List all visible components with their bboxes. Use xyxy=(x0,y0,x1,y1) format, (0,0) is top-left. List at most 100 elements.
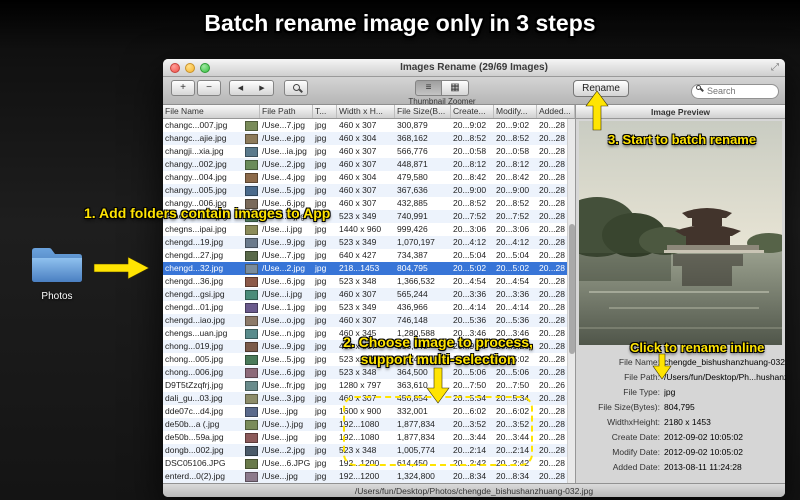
fullscreen-icon[interactable]: ⤢ xyxy=(771,62,779,74)
forward-button[interactable]: ▶ xyxy=(251,80,274,96)
table-row[interactable]: chengd...36.jpg /Use...6.jpg jpg 523 x 3… xyxy=(163,275,575,288)
column-header[interactable]: File Size(B... xyxy=(395,105,451,118)
search-input[interactable] xyxy=(691,83,779,99)
dimensions-cell: 460 x 304 xyxy=(339,172,377,182)
file-name-cell: chengd...01.jpg xyxy=(165,302,224,312)
file-type-cell: jpg xyxy=(315,419,327,429)
column-header[interactable]: Create... xyxy=(451,105,494,118)
minimize-button[interactable] xyxy=(185,63,195,73)
table-row[interactable]: enterd...0(2).jpg /Use...jpg jpg 192...1… xyxy=(163,470,575,483)
field-label: File Name: xyxy=(618,357,660,367)
field-value: 2012-09-02 10:05:02 xyxy=(664,447,743,457)
table-row[interactable]: chengd...iao.jpg /Use...o.jpg jpg 460 x … xyxy=(163,314,575,327)
table-row[interactable]: de50b...a (.jpg /Use...).jpg jpg 192...1… xyxy=(163,418,575,431)
back-icon: ◀ xyxy=(237,85,244,92)
zoom-button[interactable] xyxy=(200,63,210,73)
photos-folder[interactable]: Photos xyxy=(28,246,86,302)
search-field-wrap xyxy=(691,81,779,99)
folder-label: Photos xyxy=(41,291,73,302)
thumbnail-view-button[interactable]: ▦ xyxy=(442,80,469,96)
tutorial-headline: Batch rename image only in 3 steps xyxy=(204,10,596,36)
file-name-cell: chengd...gsi.jpg xyxy=(165,289,225,299)
table-row[interactable]: dali_gu...03.jpg /Use...3.jpg jpg 460 x … xyxy=(163,392,575,405)
create-date-cell: 20...3:44 xyxy=(453,432,487,442)
file-thumbnail xyxy=(243,236,260,249)
folder-icon xyxy=(32,248,82,282)
file-type-cell: jpg xyxy=(315,289,327,299)
modify-date-cell: 20...9:02 xyxy=(496,120,530,130)
remove-button[interactable]: − xyxy=(197,80,221,96)
table-row[interactable]: de50b...59a.jpg /Use...jpg jpg 192...108… xyxy=(163,431,575,444)
file-name-cell: chengs...uan.jpg xyxy=(165,328,228,338)
dimensions-cell: 460 x 304 xyxy=(339,133,377,143)
file-thumbnail xyxy=(243,132,260,145)
column-header[interactable]: File Name xyxy=(163,105,260,118)
dimensions-cell: 1600 x 900 xyxy=(339,406,382,416)
file-name-cell: changy...005.jpg xyxy=(165,185,227,195)
file-size-cell: 1,070,197 xyxy=(397,237,435,247)
file-thumbnail xyxy=(243,314,260,327)
create-date-cell: 20...2:42 xyxy=(453,458,487,468)
zoom-tool-button[interactable] xyxy=(284,80,308,96)
modify-date-cell: 20...4:12 xyxy=(496,237,530,247)
create-date-cell: 20...8:12 xyxy=(453,159,487,169)
file-thumbnail xyxy=(243,405,260,418)
table-row[interactable]: DSC05106.JPG /Use...6.JPG jpg 192...1200… xyxy=(163,457,575,470)
column-header[interactable]: Modify... xyxy=(494,105,537,118)
file-path-cell: /Use...4.jpg xyxy=(262,172,305,182)
table-scrollbar[interactable] xyxy=(567,119,575,483)
dimensions-cell: 460 x 307 xyxy=(339,393,377,403)
file-name-cell: dongb...002.jpg xyxy=(165,445,224,455)
table-row[interactable]: chegns...ipai.jpg /Use...i.jpg jpg 1440 … xyxy=(163,223,575,236)
column-header[interactable]: Added... xyxy=(537,105,575,118)
modify-date-cell: 20...0:58 xyxy=(496,146,530,156)
rename-button[interactable]: Rename xyxy=(573,80,629,97)
table-row[interactable]: chengd...19.jpg /Use...9.jpg jpg 523 x 3… xyxy=(163,236,575,249)
list-view-button[interactable]: ≡ xyxy=(415,80,442,96)
modify-date-cell: 20...3:36 xyxy=(496,289,530,299)
table-row[interactable]: changc...ajie.jpg /Use...e.jpg jpg 460 x… xyxy=(163,132,575,145)
table-row[interactable]: chengd...27.jpg /Use...7.jpg jpg 640 x 4… xyxy=(163,249,575,262)
table-row[interactable]: chengd...32.jpg /Use...2.jpg jpg 218...1… xyxy=(163,262,575,275)
table-row[interactable]: changy...005.jpg /Use...5.jpg jpg 460 x … xyxy=(163,184,575,197)
file-type-cell: jpg xyxy=(315,432,327,442)
file-name-cell: changc...ajie.jpg xyxy=(165,133,227,143)
back-button[interactable]: ◀ xyxy=(229,80,252,96)
close-button[interactable] xyxy=(170,63,180,73)
column-header[interactable]: Width x H... xyxy=(337,105,395,118)
file-path-cell: /Use...jpg xyxy=(262,471,298,481)
field-label: File Path: xyxy=(624,372,660,382)
table-row[interactable]: changji...xia.jpg /Use...ia.jpg jpg 460 … xyxy=(163,145,575,158)
modify-date-cell: 20...8:52 xyxy=(496,133,530,143)
table-row[interactable]: changc...007.jpg /Use...7.jpg jpg 460 x … xyxy=(163,119,575,132)
modify-date-cell: 20...4:54 xyxy=(496,276,530,286)
modify-date-cell: 20...4:14 xyxy=(496,302,530,312)
add-folder-button[interactable]: + xyxy=(171,80,195,96)
arrow-to-window-icon xyxy=(93,256,150,280)
table-row[interactable]: changy...004.jpg /Use...4.jpg jpg 460 x … xyxy=(163,171,575,184)
table-row[interactable]: chengd...gsi.jpg /Use...i.jpg jpg 460 x … xyxy=(163,288,575,301)
file-name-cell: chong...019.jpg xyxy=(165,341,224,351)
file-type-cell: jpg xyxy=(315,146,327,156)
file-size-cell: 740,991 xyxy=(397,211,428,221)
create-date-cell: 20...2:14 xyxy=(453,445,487,455)
file-path-cell: /Use...3.jpg xyxy=(262,393,305,403)
table-row[interactable]: D9T5tZzqfrj.jpg /Use...fr.jpg jpg 1280 x… xyxy=(163,379,575,392)
table-row[interactable]: chengd...01.jpg /Use...1.jpg jpg 523 x 3… xyxy=(163,301,575,314)
table-row[interactable]: changy...002.jpg /Use...2.jpg jpg 460 x … xyxy=(163,158,575,171)
column-header[interactable]: File Path xyxy=(260,105,313,118)
file-path-cell: /Use...i.jpg xyxy=(262,224,303,234)
file-size-cell: 566,776 xyxy=(397,146,428,156)
column-header[interactable]: T... xyxy=(313,105,337,118)
inline-rename-field[interactable]: chengde_bishushanzhuang-032.jpg xyxy=(664,355,786,370)
modify-date-cell: 20...9:00 xyxy=(496,185,530,195)
create-date-cell: 20...5:36 xyxy=(453,315,487,325)
file-type-cell: jpg xyxy=(315,458,327,468)
file-size-cell: 332,001 xyxy=(397,406,428,416)
file-name-cell: dde07c...d4.jpg xyxy=(165,406,224,416)
file-size-cell: 1,877,834 xyxy=(397,432,435,442)
table-row[interactable]: dde07c...d4.jpg /Use...jpg jpg 1600 x 90… xyxy=(163,405,575,418)
title-bar[interactable]: Images Rename (29/69 Images) ⤢ xyxy=(163,59,785,77)
table-row[interactable]: dongb...002.jpg /Use...2.jpg jpg 523 x 3… xyxy=(163,444,575,457)
modify-date-cell: 20...8:12 xyxy=(496,159,530,169)
